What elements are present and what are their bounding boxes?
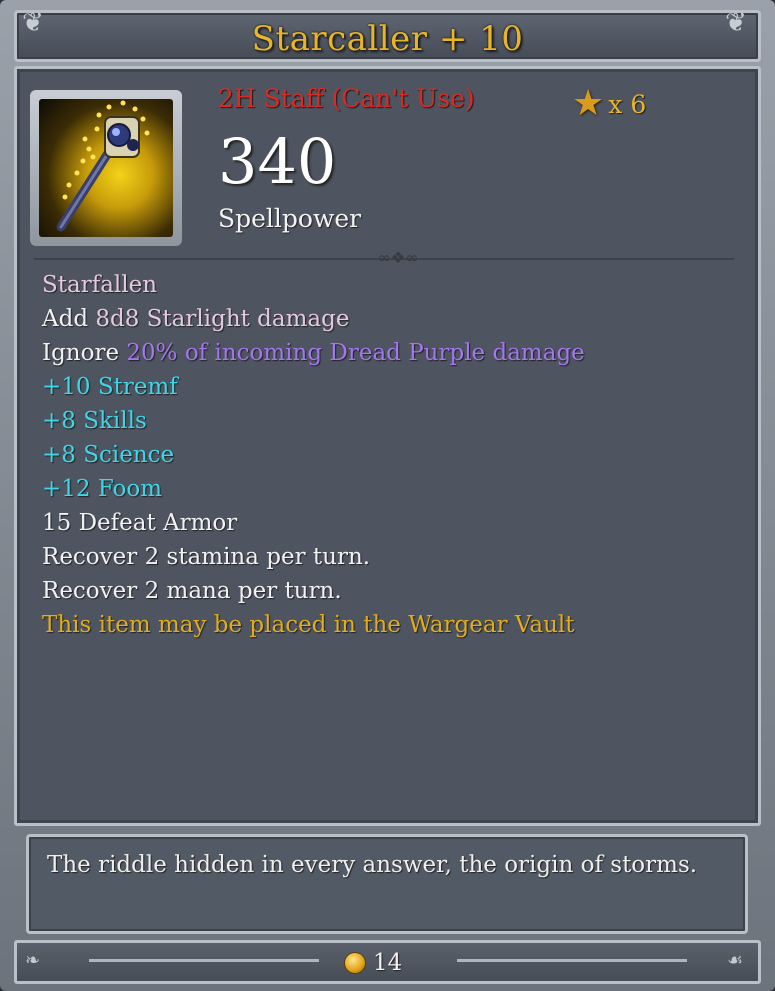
sell-value: 14 — [345, 947, 402, 979]
section-divider: ∞❖∞ — [34, 248, 734, 267]
star-icon: ★ — [572, 83, 605, 124]
spellpower-value: 340 — [218, 125, 337, 198]
property-line: Recover 2 stamina per turn. — [42, 540, 742, 574]
item-image-frame — [30, 90, 182, 246]
corner-ornament-left-icon: ❦ — [22, 8, 44, 38]
sparkle — [90, 154, 96, 160]
property-line: +10 Stremf — [42, 370, 742, 404]
sparkle — [120, 100, 126, 106]
sparkle — [80, 158, 86, 164]
sparkle — [74, 170, 80, 176]
bar-ornament-left-icon: ❧ — [25, 950, 41, 971]
property-text: This item may be placed in the Wargear V… — [42, 612, 575, 638]
property-text: +12 Foom — [42, 476, 163, 502]
bar-rule-left — [89, 959, 319, 962]
property-line: Starfallen — [42, 268, 742, 302]
item-properties: Starfallen Add 8d8 Starlight damage Igno… — [42, 268, 742, 642]
lore-box: The riddle hidden in every answer, the o… — [26, 834, 748, 934]
staff-icon — [39, 99, 173, 237]
bar-rule-right — [457, 959, 687, 962]
gold-amount: 14 — [373, 950, 403, 976]
bar-ornament-right-icon: ☙ — [727, 950, 744, 971]
corner-ornament-right-icon: ❦ — [725, 8, 747, 38]
property-text: +10 Stremf — [42, 374, 178, 400]
property-text: Recover 2 stamina per turn. — [42, 544, 371, 570]
property-text: +8 Skills — [42, 408, 147, 434]
star-rating: ★ x 6 — [572, 84, 646, 124]
item-name: Starcaller + 10 — [251, 19, 524, 59]
property-text: 8d8 Starlight damage — [95, 306, 350, 332]
property-prefix: Ignore — [42, 340, 127, 366]
property-line: +8 Science — [42, 438, 742, 472]
sparkle — [66, 182, 72, 188]
property-line: +12 Foom — [42, 472, 742, 506]
sparkle — [96, 112, 102, 118]
item-type-label: 2H Staff (Can't Use) — [218, 84, 475, 113]
sparkle — [82, 136, 88, 142]
property-text: +8 Science — [42, 442, 175, 468]
coin-icon — [345, 953, 365, 973]
property-prefix: Add — [42, 306, 96, 332]
spellpower-label: Spellpower — [218, 204, 362, 233]
property-text: 20% of incoming Dread Purple damage — [126, 340, 585, 366]
property-text: Starfallen — [42, 272, 158, 298]
sparkle — [144, 130, 150, 136]
property-line: Add 8d8 Starlight damage — [42, 302, 742, 336]
sparkle — [132, 106, 138, 112]
title-bar: Starcaller + 10 — [14, 10, 761, 62]
bottom-bar: ❧ 14 ☙ — [14, 940, 761, 984]
sparkle — [106, 104, 112, 110]
property-line: Ignore 20% of incoming Dread Purple dama… — [42, 336, 742, 370]
sparkle — [140, 116, 146, 122]
property-text: Recover 2 mana per turn. — [42, 578, 342, 604]
property-line: 15 Defeat Armor — [42, 506, 742, 540]
property-line: +8 Skills — [42, 404, 742, 438]
star-count: x 6 — [608, 89, 647, 119]
lore-text: The riddle hidden in every answer, the o… — [47, 852, 698, 878]
sparkle — [86, 146, 92, 152]
sparkle — [62, 194, 68, 200]
property-text: 15 Defeat Armor — [42, 510, 238, 536]
item-tooltip: Starcaller + 10 ❦ ❦ 2H Staff (Can't Use)… — [0, 0, 775, 991]
property-line: Recover 2 mana per turn. — [42, 574, 742, 608]
property-line: This item may be placed in the Wargear V… — [42, 608, 742, 642]
divider-ornament-icon: ∞❖∞ — [377, 248, 419, 267]
sparkle — [94, 126, 100, 132]
